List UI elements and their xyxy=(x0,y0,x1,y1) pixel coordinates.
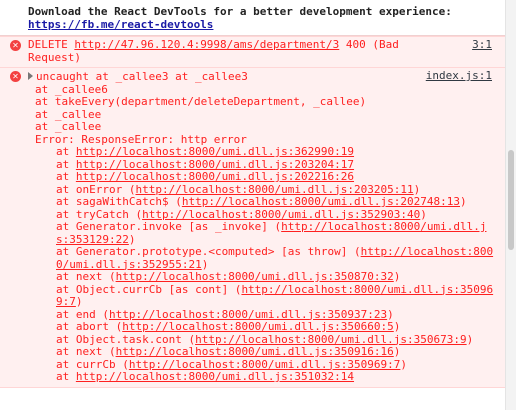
stack-frame-link[interactable]: http://localhost:8000/umi.dll.js:350937:… xyxy=(109,308,387,321)
error-circle-icon: ✕ xyxy=(10,71,21,82)
stack-frame-suffix: ) xyxy=(466,332,474,346)
error-circle-icon: ✕ xyxy=(10,40,21,51)
stack-frame-link[interactable]: http://localhost:8000/umi.dll.js:350673:… xyxy=(195,333,467,346)
stack-frame-suffix: ) xyxy=(460,195,467,208)
stack-frame-link[interactable]: http://localhost:8000/umi.dll.js:351032:… xyxy=(76,370,354,383)
stack-frame: at Generator.prototype.<computed> [as th… xyxy=(28,245,498,271)
devtools-console: Download the React DevTools for a better… xyxy=(0,0,516,410)
stack-frame-suffix: ) xyxy=(75,295,83,308)
console-error-delete: ✕ 3:1 DELETE http://47.96.120.4:9998/ams… xyxy=(0,36,506,68)
stack-frame: at Generator.invoke [as _invoke] (http:/… xyxy=(28,220,498,246)
stack-frame-link[interactable]: http://localhost:8000/umi.dll.js:350969:… xyxy=(129,358,401,371)
stack-frame-label: at currCb ( xyxy=(56,357,129,371)
stack-frame-suffix: ) xyxy=(387,307,394,321)
stack-frame-suffix: ) xyxy=(201,257,209,271)
stack-frame-label: at xyxy=(56,145,76,158)
stack-frame-label: at Generator.prototype.<computed> [as th… xyxy=(56,245,361,258)
react-devtools-link[interactable]: https://fb.me/react-devtools xyxy=(28,18,213,31)
stack-frame-label: at end ( xyxy=(56,307,109,321)
source-link[interactable]: 3:1 xyxy=(472,38,492,52)
stack-frame-label: at next ( xyxy=(56,345,116,358)
stack-frame-link[interactable]: http://localhost:8000/umi.dll.js:203204:… xyxy=(76,158,354,171)
stack-frame-link[interactable]: http://localhost:8000/umi.dll.js:202216:… xyxy=(76,170,354,183)
stack-frame-link[interactable]: http://localhost:8000/umi.dll.js:352903:… xyxy=(142,208,420,221)
stack-frame-label: at abort ( xyxy=(56,320,123,333)
stack-frame-label: at tryCatch ( xyxy=(56,207,143,221)
stack-frame-label: at onError ( xyxy=(56,182,136,196)
console-error-uncaught: ✕ index.js:1 uncaught at _callee3 at _ca… xyxy=(0,68,506,388)
stack-frame-suffix: ) xyxy=(393,345,401,358)
saga-trace-line: at _callee xyxy=(35,120,102,133)
stack-frame-label: at Generator.invoke [as _invoke] ( xyxy=(56,220,282,233)
saga-trace: at _callee6 at takeEvery(department/delet… xyxy=(28,83,498,147)
triangle-right-icon[interactable] xyxy=(28,72,33,80)
request-url[interactable]: http://47.96.120.4:9998/ams/department/3 xyxy=(74,38,339,51)
stack-frame-link[interactable]: http://localhost:8000/umi.dll.js:350870:… xyxy=(116,270,394,283)
console-scrollbar[interactable] xyxy=(505,0,516,410)
request-method: DELETE xyxy=(28,38,75,51)
scrollbar-thumb[interactable] xyxy=(508,150,514,250)
console-info-message: Download the React DevTools for a better… xyxy=(0,0,514,36)
stack-frame-link[interactable]: http://localhost:8000/umi.dll.js:350916:… xyxy=(116,345,394,358)
error-head: uncaught at _callee3 at _callee3 xyxy=(36,70,248,83)
stack-frame-link[interactable]: http://localhost:8000/umi.dll.js:203205:… xyxy=(135,183,413,196)
stack-frame-suffix: ) xyxy=(128,232,136,246)
stack-frame-label: at Object.currCb [as cont] ( xyxy=(56,282,242,296)
stack-trace: at http://localhost:8000/umi.dll.js:3629… xyxy=(28,145,498,384)
stack-frame-label: at xyxy=(56,170,76,183)
stack-frame-suffix: ) xyxy=(393,320,401,333)
stack-frame-link[interactable]: http://localhost:8000/umi.dll.js:362990:… xyxy=(76,145,354,158)
saga-trace-line: at takeEvery(department/deleteDepartment… xyxy=(35,95,367,108)
stack-frame-suffix: ) xyxy=(413,182,421,196)
stack-frame-label: at Object.task.cont ( xyxy=(56,332,196,346)
source-link[interactable]: index.js:1 xyxy=(426,69,492,83)
stack-frame-link[interactable]: http://localhost:8000/umi.dll.js:202748:… xyxy=(182,195,460,208)
stack-frame-label: at sagaWithCatch$ ( xyxy=(56,195,182,208)
stack-frame: at http://localhost:8000/umi.dll.js:3510… xyxy=(28,370,498,384)
stack-frame-suffix: ) xyxy=(400,357,408,371)
stack-frame-suffix: ) xyxy=(420,207,427,221)
stack-frame: at Object.currCb [as cont] (http://local… xyxy=(28,282,498,309)
stack-frame-label: at next ( xyxy=(56,270,116,283)
stack-frame-suffix: ) xyxy=(393,270,401,283)
stack-frame-label: at xyxy=(56,157,76,171)
stack-frame-link[interactable]: http://localhost:8000/umi.dll.js:350660:… xyxy=(122,320,394,333)
info-text: Download the React DevTools for a better… xyxy=(28,5,452,18)
stack-frame-label: at xyxy=(56,370,76,383)
